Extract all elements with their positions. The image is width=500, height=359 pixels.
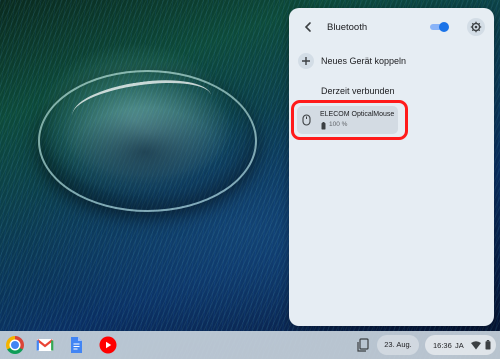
plus-icon	[302, 57, 310, 65]
clipboard-stack-icon	[357, 338, 369, 352]
toggle-knob	[439, 22, 449, 32]
clock-time: 16:36	[433, 341, 452, 350]
panel-title: Bluetooth	[327, 22, 368, 33]
battery-icon	[321, 122, 326, 130]
device-item-elecom-mouse[interactable]: ELECOM OpticalMouse 100 %	[297, 106, 398, 134]
battery-status-icon	[485, 340, 491, 350]
settings-button[interactable]	[467, 18, 485, 36]
gmail-icon	[36, 339, 54, 351]
input-language: JA	[455, 341, 464, 350]
chrome-app-icon[interactable]	[6, 336, 24, 354]
bluetooth-toggle[interactable]	[430, 22, 449, 32]
back-button[interactable]	[301, 20, 315, 34]
pair-new-device-button[interactable]: Neues Gerät koppeln	[289, 50, 494, 74]
docs-icon	[71, 337, 82, 353]
docs-app-icon[interactable]	[67, 336, 85, 354]
device-name: ELECOM OpticalMouse	[320, 111, 395, 118]
wifi-icon	[471, 341, 481, 350]
device-battery-level: 100 %	[329, 121, 348, 128]
chevron-left-icon	[304, 22, 311, 32]
connected-section-label: Derzeit verbunden	[321, 86, 395, 96]
gear-icon	[470, 21, 482, 33]
shelf: 23. Aug. 16:36 JA	[0, 331, 500, 359]
youtube-app-icon[interactable]	[99, 336, 117, 354]
date-tray[interactable]: 23. Aug.	[377, 335, 419, 355]
gmail-app-icon[interactable]	[36, 336, 54, 354]
youtube-icon	[99, 336, 117, 354]
mouse-icon	[302, 114, 311, 126]
panel-header: Bluetooth	[289, 8, 494, 46]
holding-space-button[interactable]	[354, 336, 372, 354]
bluetooth-panel: Bluetooth Neues Gerät koppeln Derzeit ve…	[289, 8, 494, 326]
status-area[interactable]: 16:36 JA	[425, 335, 496, 355]
pair-new-device-label: Neues Gerät koppeln	[321, 56, 407, 66]
plus-circle	[298, 53, 314, 69]
